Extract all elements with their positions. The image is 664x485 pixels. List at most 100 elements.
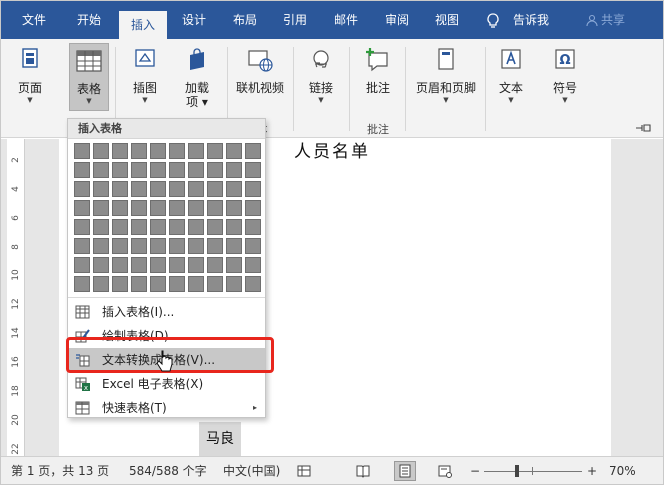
tab-review[interactable]: 审阅 — [375, 1, 419, 39]
share-button[interactable]: 共享 — [586, 1, 625, 39]
table-grid-cell[interactable] — [112, 219, 128, 235]
table-grid-cell[interactable] — [188, 162, 204, 178]
document-title[interactable]: 人员名单 — [294, 137, 370, 162]
table-grid-cell[interactable] — [150, 257, 166, 273]
table-grid-cell[interactable] — [150, 238, 166, 254]
table-cell[interactable]: 马良 — [199, 422, 241, 456]
table-grid-cell[interactable] — [150, 219, 166, 235]
table-grid-cell[interactable] — [207, 238, 223, 254]
table-grid-cell[interactable] — [93, 162, 109, 178]
zoom-slider-track[interactable] — [484, 471, 582, 472]
table-grid-cell[interactable] — [226, 238, 242, 254]
table-grid-cell[interactable] — [188, 181, 204, 197]
table-grid-cell[interactable] — [207, 276, 223, 292]
zoom-slider-thumb[interactable] — [515, 465, 519, 477]
table-grid-cell[interactable] — [169, 200, 185, 216]
table-grid-cell[interactable] — [226, 276, 242, 292]
table-grid-cell[interactable] — [112, 143, 128, 159]
table-grid-cell[interactable] — [131, 257, 147, 273]
table-grid-cell[interactable] — [131, 143, 147, 159]
table-grid-cell[interactable] — [112, 181, 128, 197]
table-grid-cell[interactable] — [131, 162, 147, 178]
web-layout-icon[interactable] — [438, 464, 452, 478]
table-grid-cell[interactable] — [93, 257, 109, 273]
table-grid-cell[interactable] — [188, 257, 204, 273]
table-grid-cell[interactable] — [93, 181, 109, 197]
tab-mailings[interactable]: 邮件 — [323, 1, 369, 39]
table-grid-cell[interactable] — [112, 238, 128, 254]
table-grid-cell[interactable] — [74, 219, 90, 235]
header-footer-button[interactable]: 页眉和页脚 ▼ — [413, 43, 479, 111]
table-grid-cell[interactable] — [188, 143, 204, 159]
links-button[interactable]: 链接 ▼ — [301, 43, 341, 111]
table-grid-cell[interactable] — [226, 143, 242, 159]
addins-button[interactable]: 加载 项 ▾ — [177, 43, 217, 111]
table-grid-cell[interactable] — [169, 238, 185, 254]
table-grid-cell[interactable] — [93, 238, 109, 254]
table-grid-cell[interactable] — [245, 238, 261, 254]
table-grid-cell[interactable] — [150, 181, 166, 197]
table-grid-cell[interactable] — [169, 162, 185, 178]
tab-view[interactable]: 视图 — [425, 1, 469, 39]
print-layout-view-button[interactable] — [394, 461, 416, 481]
table-grid-cell[interactable] — [93, 276, 109, 292]
table-grid-cell[interactable] — [245, 200, 261, 216]
table-grid-cell[interactable] — [74, 200, 90, 216]
tab-insert[interactable]: 插入 — [119, 11, 167, 39]
table-grid-cell[interactable] — [112, 276, 128, 292]
table-grid-cell[interactable] — [74, 181, 90, 197]
tell-me-box[interactable]: 告诉我 — [507, 1, 555, 39]
table-grid-cell[interactable] — [245, 219, 261, 235]
table-grid-cell[interactable] — [226, 257, 242, 273]
table-grid-cell[interactable] — [226, 162, 242, 178]
table-grid-cell[interactable] — [74, 238, 90, 254]
table-grid-cell[interactable] — [112, 200, 128, 216]
table-grid-cell[interactable] — [93, 200, 109, 216]
table-grid-cell[interactable] — [131, 276, 147, 292]
table-grid-cell[interactable] — [245, 257, 261, 273]
table-button[interactable]: 表格 ▼ — [69, 43, 109, 111]
table-grid-cell[interactable] — [245, 276, 261, 292]
collapse-ribbon-icon[interactable] — [635, 123, 651, 133]
menu-item-excel-spreadsheet[interactable]: x Excel 电子表格(X) — [68, 372, 265, 396]
table-grid-cell[interactable] — [226, 181, 242, 197]
table-grid-cell[interactable] — [74, 257, 90, 273]
table-grid-cell[interactable] — [188, 238, 204, 254]
table-grid-cell[interactable] — [226, 200, 242, 216]
table-grid-cell[interactable] — [112, 257, 128, 273]
table-grid-cell[interactable] — [245, 162, 261, 178]
tab-references[interactable]: 引用 — [273, 1, 317, 39]
table-grid-cell[interactable] — [131, 219, 147, 235]
tab-design[interactable]: 设计 — [171, 1, 217, 39]
table-grid-cell[interactable] — [93, 219, 109, 235]
table-grid-cell[interactable] — [207, 200, 223, 216]
macro-record-icon[interactable] — [297, 464, 311, 478]
table-grid-cell[interactable] — [74, 143, 90, 159]
tab-layout[interactable]: 布局 — [223, 1, 267, 39]
table-grid-cell[interactable] — [93, 143, 109, 159]
word-count[interactable]: 584/588 个字 — [129, 457, 207, 485]
table-grid-cell[interactable] — [169, 276, 185, 292]
page-count[interactable]: 第 1 页，共 13 页 — [11, 457, 109, 485]
illustrations-button[interactable]: 插图 ▼ — [125, 43, 165, 111]
table-grid-cell[interactable] — [150, 276, 166, 292]
table-grid-cell[interactable] — [245, 143, 261, 159]
table-grid-cell[interactable] — [207, 143, 223, 159]
table-grid-cell[interactable] — [169, 257, 185, 273]
comment-button[interactable]: 批注 — [357, 43, 399, 111]
pages-button[interactable]: 页面 ▼ — [11, 43, 49, 111]
table-grid-cell[interactable] — [245, 181, 261, 197]
table-size-grid[interactable] — [74, 143, 262, 295]
table-grid-cell[interactable] — [169, 143, 185, 159]
table-grid-cell[interactable] — [131, 181, 147, 197]
table-grid-cell[interactable] — [169, 181, 185, 197]
zoom-level[interactable]: 70% — [609, 457, 636, 485]
menu-item-insert-table[interactable]: 插入表格(I)... — [68, 300, 265, 324]
language-indicator[interactable]: 中文(中国) — [223, 457, 280, 485]
table-grid-cell[interactable] — [188, 276, 204, 292]
table-grid-cell[interactable] — [188, 200, 204, 216]
table-grid-cell[interactable] — [150, 143, 166, 159]
table-grid-cell[interactable] — [207, 162, 223, 178]
table-grid-cell[interactable] — [226, 219, 242, 235]
zoom-out-button[interactable]: − — [470, 457, 480, 485]
